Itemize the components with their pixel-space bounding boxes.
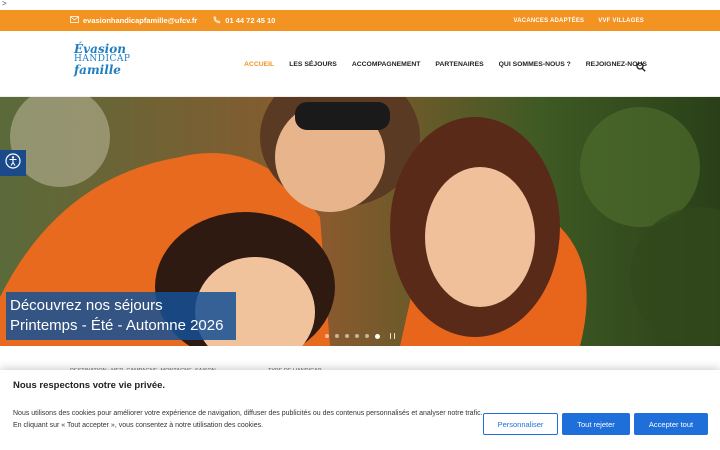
link-vacances-adaptees[interactable]: VACANCES ADAPTÉES: [514, 18, 585, 24]
top-links: VACANCES ADAPTÉES VVF VILLAGES: [514, 10, 645, 31]
contact-info: evasionhandicapfamille@ufcv.fr 01 44 72 …: [70, 10, 285, 31]
accessibility-icon: [5, 152, 21, 174]
slider-dot[interactable]: [365, 334, 369, 338]
accessibility-button[interactable]: [0, 150, 26, 176]
reject-all-button[interactable]: Tout rejeter: [562, 413, 630, 435]
nav-qui-sommes-nous[interactable]: QUI SOMMES-NOUS ?: [499, 61, 571, 68]
email-link[interactable]: evasionhandicapfamille@ufcv.fr: [70, 16, 197, 25]
phone-link[interactable]: 01 44 72 45 10: [213, 16, 275, 26]
slider-dot[interactable]: [335, 334, 339, 338]
slider-dots: [325, 333, 395, 339]
link-vvf-villages[interactable]: VVF VILLAGES: [598, 18, 644, 24]
customize-button[interactable]: Personnaliser: [483, 413, 558, 435]
slider-dot[interactable]: [325, 334, 329, 338]
nav-partenaires[interactable]: PARTENAIRES: [435, 61, 483, 68]
envelope-icon: [70, 16, 79, 25]
search-icon[interactable]: [636, 59, 646, 72]
email-text: evasionhandicapfamille@ufcv.fr: [83, 16, 198, 25]
nav-accueil[interactable]: ACCUEIL: [244, 61, 274, 68]
slider-dot[interactable]: [345, 334, 349, 338]
cookie-title: Nous respectons votre vie privée.: [13, 380, 166, 391]
cookie-banner: Nous respectons votre vie privée. Nous u…: [0, 370, 720, 450]
logo-line3: famille: [74, 63, 121, 77]
site-logo[interactable]: Évasion HANDICAP famille: [74, 43, 130, 85]
hero-caption[interactable]: Découvrez nos séjours Printemps - Été - …: [6, 292, 236, 340]
pause-icon[interactable]: [390, 333, 395, 339]
top-marker: >: [0, 0, 720, 10]
phone-icon: [213, 16, 221, 26]
phone-text: 01 44 72 45 10: [225, 16, 276, 25]
slider-dot[interactable]: [355, 334, 359, 338]
hero-caption-line2: Printemps - Été - Automne 2026: [10, 317, 224, 334]
accept-all-button[interactable]: Accepter tout: [634, 413, 708, 435]
hero-caption-line1: Découvrez nos séjours: [10, 297, 163, 314]
nav-accompagnement[interactable]: ACCOMPAGNEMENT: [352, 61, 421, 68]
main-nav: ACCUEIL LES SÉJOURS ACCOMPAGNEMENT PARTE…: [244, 31, 662, 97]
nav-les-sejours[interactable]: LES SÉJOURS: [289, 61, 337, 68]
slider-dot-active[interactable]: [375, 333, 380, 339]
cookie-text: Nous utilisons des cookies pour améliore…: [13, 410, 483, 429]
top-contact-bar: evasionhandicapfamille@ufcv.fr 01 44 72 …: [0, 10, 720, 31]
site-header: Évasion HANDICAP famille ACCUEIL LES SÉJ…: [0, 31, 720, 97]
